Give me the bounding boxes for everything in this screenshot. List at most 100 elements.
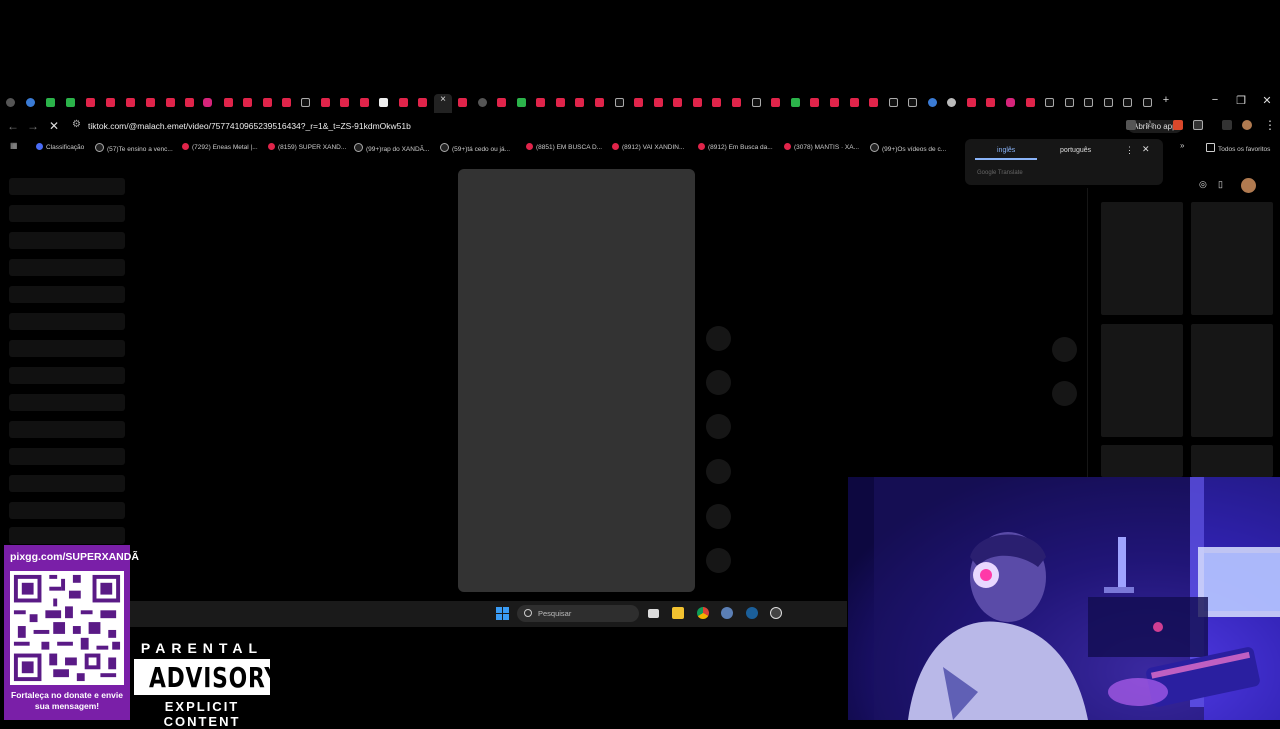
- restore-icon[interactable]: ❐: [1234, 94, 1248, 107]
- tab-youtube-icon[interactable]: [166, 98, 175, 107]
- stop-loading-icon[interactable]: ✕: [49, 119, 59, 133]
- tab-instagram-icon[interactable]: [203, 98, 212, 107]
- tab-tiktok-icon[interactable]: [301, 98, 310, 107]
- tab-youtube-icon[interactable]: [850, 98, 859, 107]
- tab-youtube-icon[interactable]: [399, 98, 408, 107]
- url-text[interactable]: tiktok.com/@malach.emet/video/7577410965…: [88, 121, 411, 131]
- tab-youtube-icon[interactable]: [771, 98, 780, 107]
- tab-youtube-icon[interactable]: [869, 98, 878, 107]
- tab-tiktok-icon[interactable]: [1123, 98, 1132, 107]
- like-button-placeholder[interactable]: [706, 326, 731, 351]
- settings-gear-icon[interactable]: [721, 607, 733, 619]
- bookmark-item[interactable]: (3078) MANTIS · XA...: [784, 143, 859, 151]
- tab-youtube-icon[interactable]: [810, 98, 819, 107]
- obs-icon[interactable]: [770, 607, 782, 619]
- tab-telegram-icon[interactable]: [928, 98, 937, 107]
- tab-youtube-icon[interactable]: [634, 98, 643, 107]
- tab-youtube-icon[interactable]: [556, 98, 565, 107]
- thumbnail-placeholder[interactable]: [1191, 324, 1273, 437]
- tab-youtube-icon[interactable]: [986, 98, 995, 107]
- tab-youtube-icon[interactable]: [458, 98, 467, 107]
- thumbnail-placeholder[interactable]: [1191, 445, 1273, 477]
- new-tab-icon[interactable]: +: [1159, 94, 1173, 106]
- apps-grid-icon[interactable]: ▦: [10, 141, 18, 150]
- comment-button-placeholder[interactable]: [706, 370, 731, 395]
- bookmark-item[interactable]: (8912) VAI XANDIN...: [612, 143, 684, 151]
- menu-kebab-icon[interactable]: ⋮: [1264, 118, 1276, 132]
- tab-tiktok-icon[interactable]: [1143, 98, 1152, 107]
- tab-youtube-icon[interactable]: [830, 98, 839, 107]
- bookmark-item[interactable]: (8851) EM BUSCA D...: [526, 143, 602, 151]
- user-avatar[interactable]: [1241, 178, 1256, 193]
- bookmark-item[interactable]: (99+)rap do XANDÃ...: [354, 143, 429, 153]
- tab-search-icon[interactable]: [6, 98, 15, 107]
- tab-youtube-icon[interactable]: [106, 98, 115, 107]
- close-tab-icon[interactable]: ×: [436, 94, 450, 105]
- tab-speaker-icon[interactable]: [478, 98, 487, 107]
- tab-youtube-icon[interactable]: [360, 98, 369, 107]
- sidebar-icon[interactable]: [1222, 120, 1232, 130]
- tab-youtube-icon[interactable]: [321, 98, 330, 107]
- taskbar-search[interactable]: Pesquisar: [517, 605, 639, 622]
- close-window-icon[interactable]: ✕: [1260, 94, 1274, 107]
- back-icon[interactable]: ←: [7, 119, 19, 133]
- all-favorites-folder[interactable]: Todos os favoritos: [1206, 143, 1270, 153]
- translate-icon[interactable]: [1126, 120, 1136, 130]
- minimize-icon[interactable]: −: [1208, 94, 1222, 106]
- tab-youtube-icon[interactable]: [595, 98, 604, 107]
- tab-youtube-icon[interactable]: [732, 98, 741, 107]
- tab-youtube-icon[interactable]: [146, 98, 155, 107]
- bookmark-item[interactable]: (8159) SUPER XAND...: [268, 143, 346, 151]
- tab-favicon[interactable]: [791, 98, 800, 107]
- tab-favicon[interactable]: [66, 98, 75, 107]
- tab-youtube-icon[interactable]: [673, 98, 682, 107]
- tab-youtube-icon[interactable]: [693, 98, 702, 107]
- more-options-icon[interactable]: ⋮: [1125, 145, 1134, 156]
- tab-youtube-icon[interactable]: [86, 98, 95, 107]
- tab-youtube-icon[interactable]: [282, 98, 291, 107]
- tab-youtube-icon[interactable]: [224, 98, 233, 107]
- target-language-tab[interactable]: português: [1060, 147, 1091, 154]
- profile-avatar[interactable]: [1242, 120, 1252, 130]
- tab-tiktok-icon[interactable]: [1045, 98, 1054, 107]
- windows-start-icon[interactable]: [496, 607, 509, 620]
- task-view-icon[interactable]: [648, 609, 659, 618]
- thumbnail-placeholder[interactable]: [1101, 324, 1183, 437]
- tab-youtube-icon[interactable]: [185, 98, 194, 107]
- tab-youtube-icon[interactable]: [575, 98, 584, 107]
- source-language-tab[interactable]: inglês: [997, 147, 1015, 154]
- chrome-icon[interactable]: [697, 607, 709, 619]
- extension-icon[interactable]: [1173, 120, 1183, 130]
- action-button-placeholder[interactable]: [706, 504, 731, 529]
- tab-favicon[interactable]: [46, 98, 55, 107]
- bookmark-item[interactable]: Classificação: [36, 143, 84, 151]
- tab-youtube-icon[interactable]: [1026, 98, 1035, 107]
- tab-tiktok-icon[interactable]: [1104, 98, 1113, 107]
- thumbnail-placeholder[interactable]: [1191, 202, 1273, 315]
- bookmark-star-icon[interactable]: ☆: [1145, 118, 1155, 131]
- action-button-placeholder[interactable]: [706, 548, 731, 573]
- prev-video-button[interactable]: [1052, 337, 1077, 362]
- video-player-placeholder[interactable]: [458, 169, 695, 592]
- thumbnail-placeholder[interactable]: [1101, 202, 1183, 315]
- share-button-placeholder[interactable]: [706, 459, 731, 484]
- tab-youtube-icon[interactable]: [536, 98, 545, 107]
- steam-icon[interactable]: [746, 607, 758, 619]
- tab-google-icon[interactable]: [947, 98, 956, 107]
- tab-youtube-icon[interactable]: [497, 98, 506, 107]
- tab-tiktok-icon[interactable]: [1065, 98, 1074, 107]
- bookmark-item[interactable]: (99+)Os vídeos de c...: [870, 143, 946, 153]
- bookmark-item[interactable]: (7292) Eneas Metal |...: [182, 143, 258, 151]
- tab-favicon[interactable]: [517, 98, 526, 107]
- thumbnail-placeholder[interactable]: [1101, 445, 1183, 477]
- tab-tiktok-icon[interactable]: [615, 98, 624, 107]
- bookmark-item[interactable]: (59+)tá cedo ou já...: [440, 143, 510, 153]
- tab-tiktok-icon[interactable]: [752, 98, 761, 107]
- tab-favicon[interactable]: [26, 98, 35, 107]
- tab-tiktok-icon[interactable]: [908, 98, 917, 107]
- tab-youtube-icon[interactable]: [712, 98, 721, 107]
- tab-youtube-icon[interactable]: [654, 98, 663, 107]
- tab-youtube-icon[interactable]: [126, 98, 135, 107]
- more-bookmarks-chevron-icon[interactable]: »: [1180, 141, 1184, 150]
- tab-youtube-icon[interactable]: [418, 98, 427, 107]
